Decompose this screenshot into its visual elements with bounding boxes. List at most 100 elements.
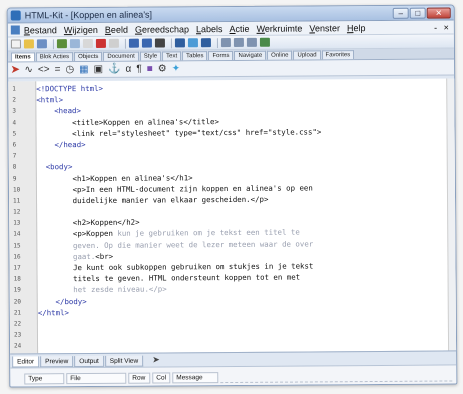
panel-icon[interactable] <box>233 37 244 47</box>
mouse-pointer-icon: ➤ <box>152 354 160 365</box>
line-number: 11 <box>13 197 21 205</box>
line-number: 14 <box>13 230 21 238</box>
code-token: <head> <box>36 106 81 116</box>
code-token: <link rel="stylesheet" type="text/css" h… <box>36 127 322 139</box>
menu-bestand[interactable]: Bestand <box>24 25 57 35</box>
toolbar-separator <box>124 38 126 49</box>
qtab-objects[interactable]: Objects <box>74 51 103 62</box>
code-editor[interactable]: 1 2 3 4 5 6 7 8 9 10 11 12 13 14 15 16 17 18 19 20 21 22 23 24 … <box>8 78 458 354</box>
qtab-items[interactable]: Items <box>10 52 35 62</box>
minimize-button[interactable]: – <box>392 7 409 19</box>
undo-icon[interactable] <box>128 38 139 48</box>
qtab-navigate[interactable]: Navigate <box>234 50 267 60</box>
window-icon[interactable] <box>174 38 185 48</box>
toolbar-separator <box>52 38 54 49</box>
qtab-favorites[interactable]: Favorites <box>321 50 355 60</box>
tab-output[interactable]: Output <box>74 355 104 368</box>
new-file-icon[interactable] <box>10 39 21 49</box>
qtab-tables[interactable]: Tables <box>182 51 208 61</box>
code-token: </html> <box>37 307 69 318</box>
qtab-blok-acties[interactable]: Blok Acties <box>35 52 74 62</box>
qtab-upload[interactable]: Upload <box>293 50 321 60</box>
menu-werkruimte[interactable]: Werkruimte <box>257 23 303 33</box>
code-token: </head> <box>36 139 86 150</box>
status-type: Type <box>24 372 65 384</box>
qtab-style[interactable]: Style <box>139 51 162 61</box>
status-message-area <box>220 369 453 383</box>
code-token: titels te geven. HTML ondersteunt koppen… <box>37 272 301 284</box>
code-token: <h2>Koppen</h2> <box>37 217 140 228</box>
image-icon[interactable]: ▣ <box>94 64 104 75</box>
split-icon[interactable] <box>246 37 257 47</box>
layout-icon[interactable] <box>220 38 231 48</box>
qtab-online[interactable]: Online <box>267 50 293 60</box>
browser-icon[interactable] <box>69 39 80 49</box>
style-icon[interactable]: ■ <box>147 64 153 75</box>
menu-beeld[interactable]: Beeld <box>105 24 128 34</box>
toolbar-separator <box>216 37 218 48</box>
menu-wijzigen[interactable]: Wijzigen <box>64 24 98 34</box>
tab-editor[interactable]: Editor <box>12 356 40 368</box>
line-number: 7 <box>12 152 17 160</box>
table-icon[interactable]: ▦ <box>79 64 89 75</box>
paste-icon[interactable] <box>108 38 119 48</box>
code-token: het zesde niveau.</p> <box>37 284 167 295</box>
document-icon <box>10 25 20 35</box>
equals-icon[interactable]: = <box>55 64 61 75</box>
menu-labels[interactable]: Labels <box>196 24 223 34</box>
qtab-forms[interactable]: Forms <box>208 50 234 61</box>
actions-toolbar: ➤ ∿ <> = ◷ ▦ ▣ ⚓ α ¶ ■ ⚙ ✦ <box>8 59 455 79</box>
tab-preview[interactable]: Preview <box>40 356 74 368</box>
menu-actie[interactable]: Actie <box>229 23 249 33</box>
line-number: 1 <box>12 85 16 93</box>
check-icon[interactable] <box>200 38 211 48</box>
line-number: 2 <box>12 96 16 104</box>
code-token: kun je gebruiken om je tekst een titel t… <box>117 227 300 239</box>
code-token: <p>In een HTML-document zijn koppen en a… <box>36 183 313 195</box>
vertical-scrollbar[interactable] <box>446 78 458 351</box>
link-icon[interactable]: ∿ <box>24 64 32 75</box>
code-line[interactable] <box>38 338 448 352</box>
app-icon <box>10 10 21 21</box>
app-window: HTML-Kit - [Koppen en alinea's] – □ ✕ Be… <box>6 4 458 388</box>
text-icon[interactable]: α <box>125 64 131 75</box>
cut-icon[interactable] <box>95 38 106 48</box>
line-number: 17 <box>13 264 21 272</box>
close-button[interactable]: ✕ <box>426 6 451 19</box>
wizard-icon[interactable]: ✦ <box>172 63 180 74</box>
line-number: 23 <box>13 331 22 339</box>
code-token: <br> <box>95 251 114 261</box>
plugin-icon[interactable] <box>187 38 198 48</box>
code-icon[interactable]: <> <box>38 64 50 75</box>
format-icon[interactable]: ¶ <box>136 64 141 75</box>
line-number: 8 <box>12 163 17 171</box>
status-file: File <box>66 372 127 384</box>
line-number: 13 <box>13 219 21 227</box>
preview-icon[interactable] <box>259 37 270 47</box>
qtab-document[interactable]: Document <box>103 51 139 61</box>
document-window-controls[interactable]: - × <box>434 22 451 32</box>
line-number: 20 <box>13 298 21 306</box>
save-icon[interactable] <box>36 39 47 49</box>
tab-split-view[interactable]: Split View <box>104 355 144 367</box>
line-number: 6 <box>12 141 17 149</box>
code-token: <title>Koppen en alinea's</title> <box>36 116 219 127</box>
code-area[interactable]: <!DOCTYPE html> <html> <head> <title>Kopp… <box>36 79 448 354</box>
menu-gereedschap[interactable]: Gereedschap <box>135 24 189 34</box>
maximize-button[interactable]: □ <box>409 7 426 19</box>
qtab-text[interactable]: Text <box>162 51 182 61</box>
clock-icon[interactable]: ◷ <box>65 64 74 75</box>
line-number: 12 <box>13 208 21 216</box>
menu-help[interactable]: Help <box>347 23 366 33</box>
menu-venster[interactable]: Venster <box>309 23 340 33</box>
find-icon[interactable] <box>154 38 165 48</box>
tools-icon[interactable]: ⚙ <box>158 63 167 74</box>
status-row: Row <box>128 372 151 384</box>
code-token: geven. Op die manier weet de lezer metee… <box>37 239 314 250</box>
anchor-icon[interactable]: ⚓ <box>108 64 121 75</box>
edit-icon[interactable] <box>56 39 67 49</box>
open-folder-icon[interactable] <box>23 39 34 49</box>
redo-icon[interactable] <box>141 38 152 48</box>
quick-action-icon[interactable]: ➤ <box>11 64 19 75</box>
copy-icon[interactable] <box>82 38 93 49</box>
